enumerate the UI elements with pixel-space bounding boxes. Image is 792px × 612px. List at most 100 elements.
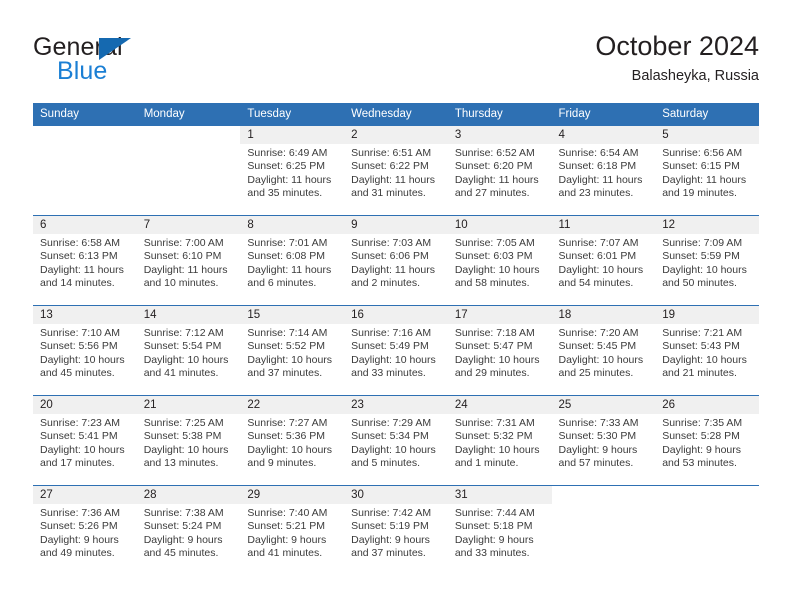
calendar-day-cell[interactable]: 6 Sunrise: 6:58 AM Sunset: 6:13 PM Daylight…	[33, 215, 137, 306]
calendar-day-cell[interactable]: 23 Sunrise: 7:29 AM Sunset: 5:34 PM Dayligh…	[344, 395, 448, 486]
day-number-band: 5	[655, 126, 759, 144]
daylight-text: Daylight: 10 hours and 45 minutes.	[40, 353, 125, 380]
page-header: General Blue October 2024 Balasheyka, Ru…	[33, 30, 759, 92]
calendar-day-cell[interactable]: 22 Sunrise: 7:27 AM Sunset: 5:36 PM Dayligh…	[240, 395, 345, 486]
calendar-day-cell[interactable]: 15 Sunrise: 7:14 AM Sunset: 5:52 PM Dayligh…	[240, 305, 345, 396]
day-details: Sunrise: 7:36 AM Sunset: 5:26 PM Daylight:…	[33, 504, 137, 561]
calendar-day-cell[interactable]: 12 Sunrise: 7:09 AM Sunset: 5:59 PM Dayligh…	[655, 215, 759, 306]
day-number-band: 14	[136, 306, 241, 324]
calendar-day-cell[interactable]: 31 Sunrise: 7:44 AM Sunset: 5:18 PM Dayligh…	[447, 485, 552, 575]
calendar-page: General Blue October 2024 Balasheyka, Ru…	[0, 0, 792, 612]
calendar-day-cell[interactable]: 19 Sunrise: 7:21 AM Sunset: 5:43 PM Dayligh…	[655, 305, 759, 396]
sunset-text: Sunset: 6:15 PM	[662, 160, 740, 173]
day-cell-inner: 20 Sunrise: 7:23 AM Sunset: 5:41 PM Dayligh…	[33, 396, 137, 485]
calendar-day-cell[interactable]: 17 Sunrise: 7:18 AM Sunset: 5:47 PM Dayligh…	[447, 305, 552, 396]
calendar-day-cell[interactable]: 14 Sunrise: 7:12 AM Sunset: 5:54 PM Dayligh…	[136, 305, 241, 396]
day-number-band	[655, 486, 759, 504]
calendar-body: 1 Sunrise: 6:49 AM Sunset: 6:25 PM Daylight…	[33, 126, 759, 575]
calendar-week-row: 6 Sunrise: 6:58 AM Sunset: 6:13 PM Daylight…	[33, 215, 759, 306]
calendar-day-cell[interactable]: 27 Sunrise: 7:36 AM Sunset: 5:26 PM Dayligh…	[33, 485, 137, 575]
day-cell-inner: 2 Sunrise: 6:51 AM Sunset: 6:22 PM Daylight…	[344, 126, 448, 215]
calendar-day-cell[interactable]: 26 Sunrise: 7:35 AM Sunset: 5:28 PM Dayligh…	[655, 395, 759, 486]
calendar-cell-empty	[655, 485, 759, 575]
sunrise-text: Sunrise: 7:25 AM	[143, 417, 224, 429]
calendar-day-cell[interactable]: 2 Sunrise: 6:51 AM Sunset: 6:22 PM Daylight…	[344, 126, 448, 216]
weekday-header-sunday: Sunday	[33, 103, 137, 126]
day-cell-inner: 6 Sunrise: 6:58 AM Sunset: 6:13 PM Daylight…	[33, 216, 137, 305]
calendar-day-cell[interactable]: 25 Sunrise: 7:33 AM Sunset: 5:30 PM Dayligh…	[551, 395, 656, 486]
calendar-day-cell[interactable]: 10 Sunrise: 7:05 AM Sunset: 6:03 PM Dayligh…	[447, 215, 552, 306]
calendar-day-cell[interactable]: 3 Sunrise: 6:52 AM Sunset: 6:20 PM Daylight…	[447, 126, 552, 216]
calendar-day-cell[interactable]: 29 Sunrise: 7:40 AM Sunset: 5:21 PM Dayligh…	[240, 485, 345, 575]
day-number-band: 24	[447, 396, 552, 414]
general-blue-logo[interactable]: General Blue	[33, 33, 233, 89]
calendar-day-cell[interactable]: 4 Sunrise: 6:54 AM Sunset: 6:18 PM Daylight…	[551, 126, 656, 216]
day-details: Sunrise: 7:18 AM Sunset: 5:47 PM Daylight:…	[448, 324, 552, 381]
day-cell-inner: 14 Sunrise: 7:12 AM Sunset: 5:54 PM Dayligh…	[136, 306, 241, 395]
sunrise-text: Sunrise: 7:14 AM	[247, 327, 328, 339]
day-number-band: 3	[447, 126, 552, 144]
weekday-header-saturday: Saturday	[655, 103, 759, 126]
weekday-header-monday: Monday	[136, 103, 241, 126]
calendar-day-cell[interactable]: 20 Sunrise: 7:23 AM Sunset: 5:41 PM Dayligh…	[33, 395, 137, 486]
day-number: 3	[454, 129, 462, 141]
sunrise-text: Sunrise: 6:54 AM	[558, 147, 639, 159]
day-details: Sunrise: 6:52 AM Sunset: 6:20 PM Daylight:…	[448, 144, 552, 201]
daylight-text: Daylight: 9 hours and 45 minutes.	[143, 533, 223, 560]
day-details: Sunrise: 7:09 AM Sunset: 5:59 PM Daylight:…	[655, 234, 759, 291]
calendar-day-cell[interactable]: 18 Sunrise: 7:20 AM Sunset: 5:45 PM Dayligh…	[551, 305, 656, 396]
day-cell-inner: 17 Sunrise: 7:18 AM Sunset: 5:47 PM Dayligh…	[447, 306, 552, 395]
day-details: Sunrise: 7:27 AM Sunset: 5:36 PM Daylight:…	[240, 414, 344, 471]
sunrise-text: Sunrise: 6:52 AM	[454, 147, 535, 159]
calendar-day-cell[interactable]: 7 Sunrise: 7:00 AM Sunset: 6:10 PM Daylight…	[136, 215, 241, 306]
sunset-text: Sunset: 5:59 PM	[662, 250, 740, 263]
sunrise-text: Sunrise: 7:07 AM	[558, 237, 639, 249]
day-number: 5	[662, 129, 669, 141]
day-number: 25	[558, 399, 572, 411]
sunset-text: Sunset: 6:18 PM	[558, 160, 637, 173]
day-details: Sunrise: 7:35 AM Sunset: 5:28 PM Daylight:…	[655, 414, 759, 471]
sunrise-text: Sunrise: 7:00 AM	[143, 237, 224, 249]
daylight-text: Daylight: 9 hours and 33 minutes.	[454, 533, 534, 560]
day-details: Sunrise: 7:29 AM Sunset: 5:34 PM Daylight:…	[344, 414, 448, 471]
day-number-band: 25	[551, 396, 656, 414]
day-details: Sunrise: 7:38 AM Sunset: 5:24 PM Daylight:…	[137, 504, 241, 561]
day-number-band: 21	[136, 396, 241, 414]
sunset-text: Sunset: 5:49 PM	[351, 340, 429, 353]
calendar-day-cell[interactable]: 8 Sunrise: 7:01 AM Sunset: 6:08 PM Daylight…	[240, 215, 345, 306]
calendar-day-cell[interactable]: 28 Sunrise: 7:38 AM Sunset: 5:24 PM Dayligh…	[136, 485, 241, 575]
day-number: 15	[247, 309, 261, 321]
day-number: 4	[558, 129, 565, 141]
sunrise-text: Sunrise: 7:40 AM	[247, 507, 328, 519]
calendar-day-cell[interactable]: 13 Sunrise: 7:10 AM Sunset: 5:56 PM Dayligh…	[33, 305, 137, 396]
daylight-text: Daylight: 11 hours and 35 minutes.	[247, 173, 332, 200]
sunrise-text: Sunrise: 7:05 AM	[454, 237, 535, 249]
day-cell-inner: 13 Sunrise: 7:10 AM Sunset: 5:56 PM Dayligh…	[33, 306, 137, 395]
calendar-day-cell[interactable]: 16 Sunrise: 7:16 AM Sunset: 5:49 PM Dayligh…	[344, 305, 448, 396]
calendar-day-cell[interactable]: 11 Sunrise: 7:07 AM Sunset: 6:01 PM Dayligh…	[551, 215, 656, 306]
sunset-text: Sunset: 6:25 PM	[247, 160, 326, 173]
daylight-text: Daylight: 11 hours and 23 minutes.	[558, 173, 643, 200]
calendar-day-cell[interactable]: 5 Sunrise: 6:56 AM Sunset: 6:15 PM Daylight…	[655, 126, 759, 216]
daylight-text: Daylight: 10 hours and 13 minutes.	[143, 443, 229, 470]
day-details: Sunrise: 6:56 AM Sunset: 6:15 PM Daylight:…	[655, 144, 759, 201]
daylight-text: Daylight: 10 hours and 29 minutes.	[454, 353, 540, 380]
calendar-day-cell[interactable]: 1 Sunrise: 6:49 AM Sunset: 6:25 PM Daylight…	[240, 126, 345, 216]
calendar-day-cell[interactable]: 24 Sunrise: 7:31 AM Sunset: 5:32 PM Dayligh…	[447, 395, 552, 486]
day-cell-inner: 7 Sunrise: 7:00 AM Sunset: 6:10 PM Daylight…	[136, 216, 241, 305]
day-number-band: 10	[447, 216, 552, 234]
day-number-band	[551, 486, 656, 504]
sunrise-text: Sunrise: 7:33 AM	[558, 417, 639, 429]
day-number: 21	[143, 399, 157, 411]
day-number-band: 2	[344, 126, 448, 144]
day-number-band: 28	[136, 486, 241, 504]
calendar-day-cell[interactable]: 9 Sunrise: 7:03 AM Sunset: 6:06 PM Daylight…	[344, 215, 448, 306]
calendar-cell-empty	[136, 126, 241, 216]
daylight-text: Daylight: 11 hours and 10 minutes.	[143, 263, 228, 290]
day-number: 19	[662, 309, 676, 321]
calendar-day-cell[interactable]: 21 Sunrise: 7:25 AM Sunset: 5:38 PM Dayligh…	[136, 395, 241, 486]
day-details: Sunrise: 7:03 AM Sunset: 6:06 PM Daylight:…	[344, 234, 448, 291]
day-number: 30	[351, 489, 364, 501]
calendar-day-cell[interactable]: 30 Sunrise: 7:42 AM Sunset: 5:19 PM Dayligh…	[344, 485, 448, 575]
day-number: 27	[40, 489, 53, 501]
